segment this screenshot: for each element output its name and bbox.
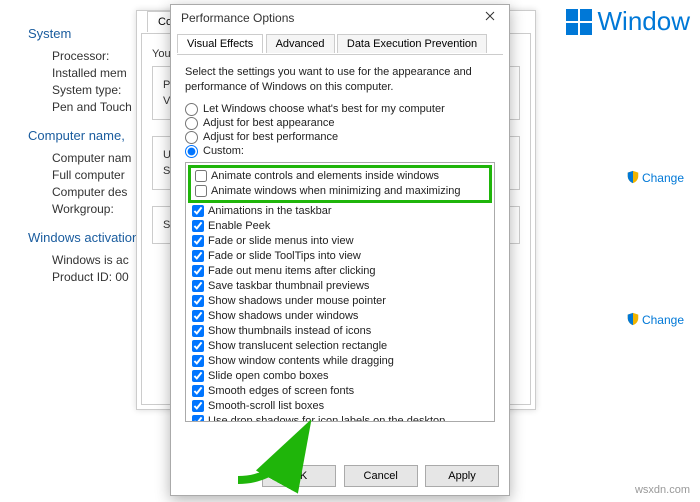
cancel-button[interactable]: Cancel <box>344 465 418 487</box>
opt-item[interactable]: Enable Peek <box>188 219 492 234</box>
tab-strip: Visual Effects Advanced Data Execution P… <box>177 33 503 55</box>
tab-visual-effects[interactable]: Visual Effects <box>177 34 263 53</box>
opt-animate-windows[interactable]: Animate windows when minimizing and maxi… <box>191 184 489 199</box>
opt-item[interactable]: Fade or slide ToolTips into view <box>188 249 492 264</box>
tab-content: Select the settings you want to use for … <box>171 55 509 432</box>
opt-item[interactable]: Animations in the taskbar <box>188 204 492 219</box>
radio-best-appearance[interactable]: Adjust for best appearance <box>185 117 495 130</box>
apply-button[interactable]: Apply <box>425 465 499 487</box>
tab-advanced[interactable]: Advanced <box>266 34 335 53</box>
dialog-buttons: OK Cancel Apply <box>258 465 499 487</box>
opt-item[interactable]: Slide open combo boxes <box>188 369 492 384</box>
opt-item[interactable]: Show window contents while dragging <box>188 354 492 369</box>
windows-icon <box>566 9 592 35</box>
change-settings-link-2[interactable]: Change <box>626 312 684 327</box>
highlight-box: Animate controls and elements inside win… <box>188 165 492 203</box>
opt-item[interactable]: Show shadows under windows <box>188 309 492 324</box>
radio-best-performance[interactable]: Adjust for best performance <box>185 131 495 144</box>
description-text: Select the settings you want to use for … <box>185 65 495 95</box>
ok-button[interactable]: OK <box>262 465 336 487</box>
title-bar: Performance Options <box>171 5 509 31</box>
options-list[interactable]: Animate controls and elements inside win… <box>185 162 495 422</box>
opt-item[interactable]: Save taskbar thumbnail previews <box>188 279 492 294</box>
opt-item[interactable]: Fade or slide menus into view <box>188 234 492 249</box>
opt-animate-controls[interactable]: Animate controls and elements inside win… <box>191 169 489 184</box>
tab-dep[interactable]: Data Execution Prevention <box>337 34 487 53</box>
shield-icon <box>626 170 640 184</box>
close-button[interactable] <box>475 7 505 27</box>
performance-options-dialog: Performance Options Visual Effects Advan… <box>170 4 510 496</box>
opt-item[interactable]: Use drop shadows for icon labels on the … <box>188 414 492 422</box>
close-icon <box>485 11 495 21</box>
watermark: wsxdn.com <box>635 484 690 496</box>
radio-let-windows-choose[interactable]: Let Windows choose what's best for my co… <box>185 103 495 116</box>
opt-item[interactable]: Show shadows under mouse pointer <box>188 294 492 309</box>
shield-icon <box>626 312 640 326</box>
opt-item[interactable]: Show thumbnails instead of icons <box>188 324 492 339</box>
opt-item[interactable]: Fade out menu items after clicking <box>188 264 492 279</box>
opt-item[interactable]: Smooth-scroll list boxes <box>188 399 492 414</box>
radio-custom[interactable]: Custom: <box>185 145 495 158</box>
change-settings-link-1[interactable]: Change <box>626 170 684 185</box>
opt-item[interactable]: Smooth edges of screen fonts <box>188 384 492 399</box>
windows-logo: Window <box>566 6 690 37</box>
opt-item[interactable]: Show translucent selection rectangle <box>188 339 492 354</box>
dialog-title: Performance Options <box>181 11 294 25</box>
